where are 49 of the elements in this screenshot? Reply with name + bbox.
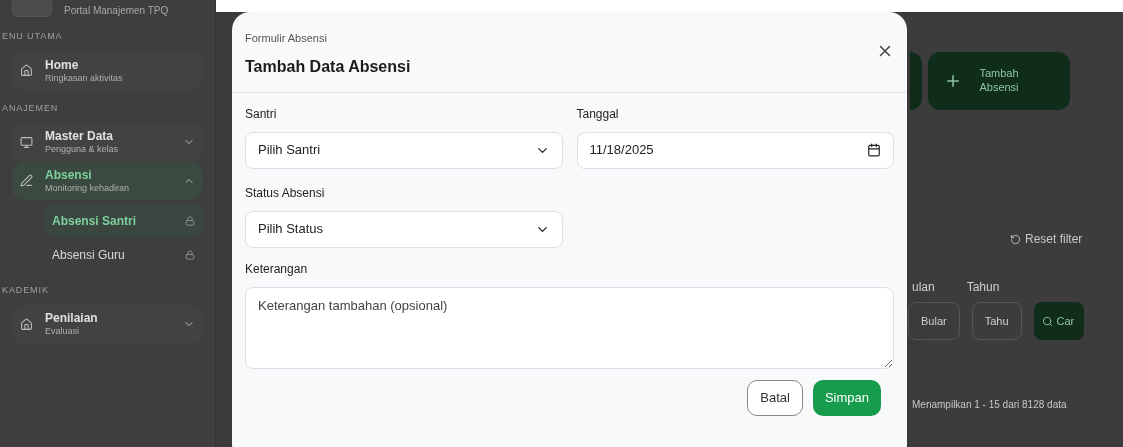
- results-summary: Menampilkan 1 - 15 dari 8128 data: [912, 398, 1067, 412]
- filter-select[interactable]: Bular: [908, 302, 960, 340]
- modal-eyebrow: Formulir Absensi: [245, 31, 328, 46]
- sidebar-item[interactable]: Absensi Monitoring kehadiran: [12, 161, 203, 200]
- calendar-icon: [867, 143, 881, 157]
- item-subtitle: Monitoring kehadiran: [45, 182, 131, 194]
- search-icon: [1041, 315, 1053, 327]
- item-title: Absensi: [45, 167, 93, 183]
- filter-label: Tahun: [966, 279, 1000, 296]
- brand-name: Portal Manajemen TPQ: [64, 3, 169, 18]
- item-title: Home: [45, 57, 80, 73]
- date-field[interactable]: 11/18/2025: [576, 131, 894, 169]
- section-heading: KADEMIK: [2, 283, 50, 297]
- item-subtitle: Ringkasan aktivitas: [45, 72, 124, 84]
- field-label: Santri: [245, 105, 278, 123]
- logo-icon: [12, 0, 52, 17]
- field-label: Tanggal: [576, 105, 620, 123]
- reset-filter-link[interactable]: Reset filter: [1010, 230, 1083, 248]
- menu-icon: [20, 64, 33, 78]
- menu-icon: [20, 174, 33, 188]
- notes-field[interactable]: Keterangan tambahan (opsional): [245, 286, 894, 369]
- field-label: Status Absensi: [245, 184, 326, 202]
- item-title: Master Data: [45, 129, 115, 145]
- item-subtitle: Evaluasi: [45, 326, 81, 338]
- filter-select[interactable]: Tahu: [971, 302, 1022, 340]
- lock-icon: [185, 215, 195, 226]
- submenu-item[interactable]: Absensi Santri: [44, 203, 203, 238]
- select-field[interactable]: Pilih Santri: [245, 131, 563, 169]
- add-button[interactable]: Tambah Absensi: [928, 52, 1070, 110]
- menu-icon: [20, 317, 33, 331]
- search-button[interactable]: Car: [1033, 302, 1084, 340]
- save-button[interactable]: Simpan: [812, 379, 881, 416]
- sidebar-item[interactable]: Home Ringkasan aktivitas: [12, 51, 203, 90]
- submenu-item[interactable]: Absensi Guru: [44, 237, 203, 272]
- item-subtitle: Pengguna & kelas: [45, 144, 120, 156]
- sidebar-item[interactable]: Penilaian Evaluasi: [12, 305, 203, 344]
- reset-icon: [1010, 233, 1021, 245]
- field-label: Keterangan: [245, 260, 309, 278]
- modal-title: Tambah Data Absensi: [245, 56, 411, 77]
- filter-label: ulan: [912, 279, 935, 296]
- plus-icon: [944, 72, 962, 90]
- lock-icon: [185, 249, 195, 260]
- sidebar-item[interactable]: Master Data Pengguna & kelas: [12, 123, 203, 162]
- section-heading: ANAJEMEN: [2, 101, 60, 115]
- cancel-button[interactable]: Batal: [747, 379, 803, 416]
- item-title: Penilaian: [45, 311, 99, 327]
- section-heading: ENU UTAMA: [2, 30, 64, 43]
- select-field[interactable]: Pilih Status: [245, 210, 563, 248]
- menu-icon: [20, 135, 33, 149]
